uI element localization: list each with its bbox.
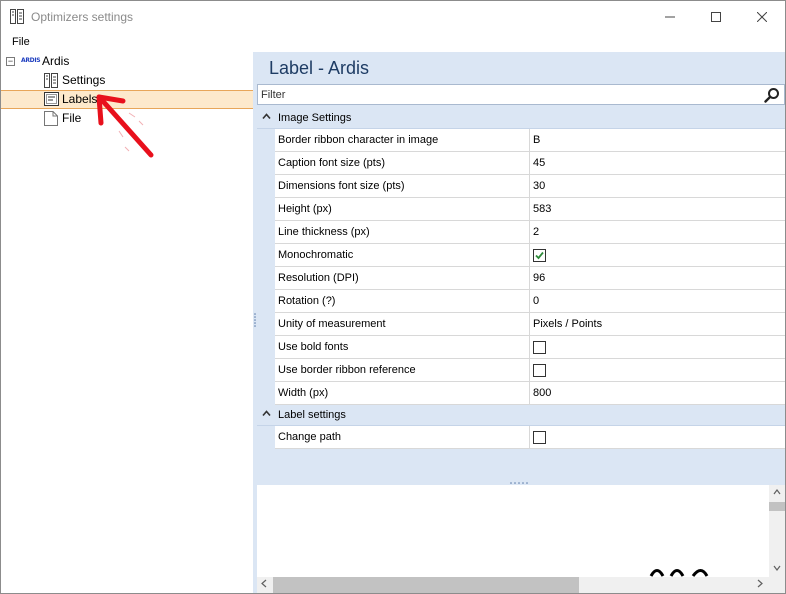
property-value[interactable]: Pixels / Points [530, 313, 785, 336]
property-row: Use border ribbon reference [257, 359, 785, 382]
collapse-caret-icon[interactable] [262, 409, 271, 421]
scroll-up-icon[interactable] [773, 487, 781, 497]
property-name: Resolution (DPI) [275, 267, 530, 290]
property-name: Unity of measurement [275, 313, 530, 336]
scroll-down-icon[interactable] [773, 563, 781, 573]
property-name: Width (px) [275, 382, 530, 405]
property-value[interactable]: 30 [530, 175, 785, 198]
property-name: Use bold fonts [275, 336, 530, 359]
property-row: Line thickness (px) 2 [257, 221, 785, 244]
property-name: Border ribbon character in image [275, 129, 530, 152]
property-name: Change path [275, 426, 530, 449]
menu-bar: File [1, 32, 785, 52]
properties-panel: Label - Ardis Image Settings Border rib [257, 52, 785, 481]
property-row: Monochromatic [257, 244, 785, 267]
property-name: Caption font size (pts) [275, 152, 530, 175]
property-name: Dimensions font size (pts) [275, 175, 530, 198]
property-row: Caption font size (pts) 45 [257, 152, 785, 175]
labels-icon [44, 92, 59, 107]
collapse-caret-icon[interactable] [262, 112, 271, 124]
property-row: Width (px) 800 [257, 382, 785, 405]
scroll-right-icon[interactable] [757, 579, 763, 591]
property-row: Use bold fonts [257, 336, 785, 359]
property-row: Unity of measurement Pixels / Points [257, 313, 785, 336]
tree-node-label: File [62, 111, 82, 125]
scroll-thumb[interactable] [273, 577, 579, 593]
property-row: Height (px) 583 [257, 198, 785, 221]
change-path-checkbox[interactable] [533, 431, 546, 444]
preview-vertical-scrollbar[interactable] [769, 485, 785, 577]
checkmark-icon [535, 251, 544, 260]
menu-file[interactable]: File [12, 36, 30, 48]
property-name: Monochromatic [275, 244, 530, 267]
property-value[interactable]: 800 [530, 382, 785, 405]
filter-input[interactable] [261, 88, 751, 102]
property-value[interactable]: 96 [530, 267, 785, 290]
section-label: Label settings [278, 409, 346, 421]
property-value [530, 336, 785, 359]
property-value[interactable]: 2 [530, 221, 785, 244]
property-value[interactable]: 0 [530, 290, 785, 313]
property-grid: Image Settings Border ribbon character i… [257, 108, 785, 449]
preview-horizontal-scrollbar[interactable] [257, 577, 769, 593]
section-header-image-settings[interactable]: Image Settings [257, 108, 785, 129]
property-row: Dimensions font size (pts) 30 [257, 175, 785, 198]
tree-node-ardis[interactable]: − ARDIS Ardis [1, 52, 253, 71]
property-row: Change path [257, 426, 785, 449]
property-row: Resolution (DPI) 96 [257, 267, 785, 290]
use-bold-fonts-checkbox[interactable] [533, 341, 546, 354]
property-value [530, 426, 785, 449]
property-name: Use border ribbon reference [275, 359, 530, 382]
maximize-icon [711, 11, 721, 22]
close-icon [757, 11, 767, 22]
tree-node-label: Settings [62, 73, 106, 87]
search-icon[interactable] [764, 87, 780, 103]
tree-node-settings[interactable]: Settings [1, 71, 253, 90]
close-button[interactable] [739, 1, 785, 32]
settings-icon [44, 73, 58, 88]
property-name: Line thickness (px) [275, 221, 530, 244]
minimize-button[interactable] [647, 1, 693, 32]
title-bar: Optimizers settings [1, 1, 785, 32]
property-row: Rotation (?) 0 [257, 290, 785, 313]
scroll-left-icon[interactable] [261, 579, 267, 591]
property-value[interactable]: 583 [530, 198, 785, 221]
scrollbar-corner [769, 577, 785, 593]
filter-box [257, 84, 785, 105]
property-value [530, 359, 785, 382]
property-name: Rotation (?) [275, 290, 530, 313]
use-border-ribbon-reference-checkbox[interactable] [533, 364, 546, 377]
window-title: Optimizers settings [31, 10, 134, 24]
ardis-logo: ARDIS [21, 57, 41, 64]
file-icon [44, 111, 58, 126]
optimizers-settings-window: Optimizers settings File − ARDIS Ardis S… [0, 0, 786, 594]
property-name: Height (px) [275, 198, 530, 221]
maximize-button[interactable] [693, 1, 739, 32]
page-title: Label - Ardis [269, 58, 370, 78]
minimize-icon [665, 16, 675, 17]
property-value[interactable]: 45 [530, 152, 785, 175]
app-icon [10, 9, 24, 24]
property-row: Border ribbon character in image B [257, 129, 785, 152]
annotation-arrow-icon [96, 94, 154, 158]
section-header-label-settings[interactable]: Label settings [257, 405, 785, 426]
section-label: Image Settings [278, 112, 352, 124]
property-value [530, 244, 785, 267]
preview-glyph [649, 569, 709, 577]
tree-node-label: Ardis [42, 54, 70, 68]
property-value[interactable]: B [530, 129, 785, 152]
scroll-thumb[interactable] [769, 502, 785, 511]
monochromatic-checkbox[interactable] [533, 249, 546, 262]
collapse-icon[interactable]: − [6, 57, 15, 66]
